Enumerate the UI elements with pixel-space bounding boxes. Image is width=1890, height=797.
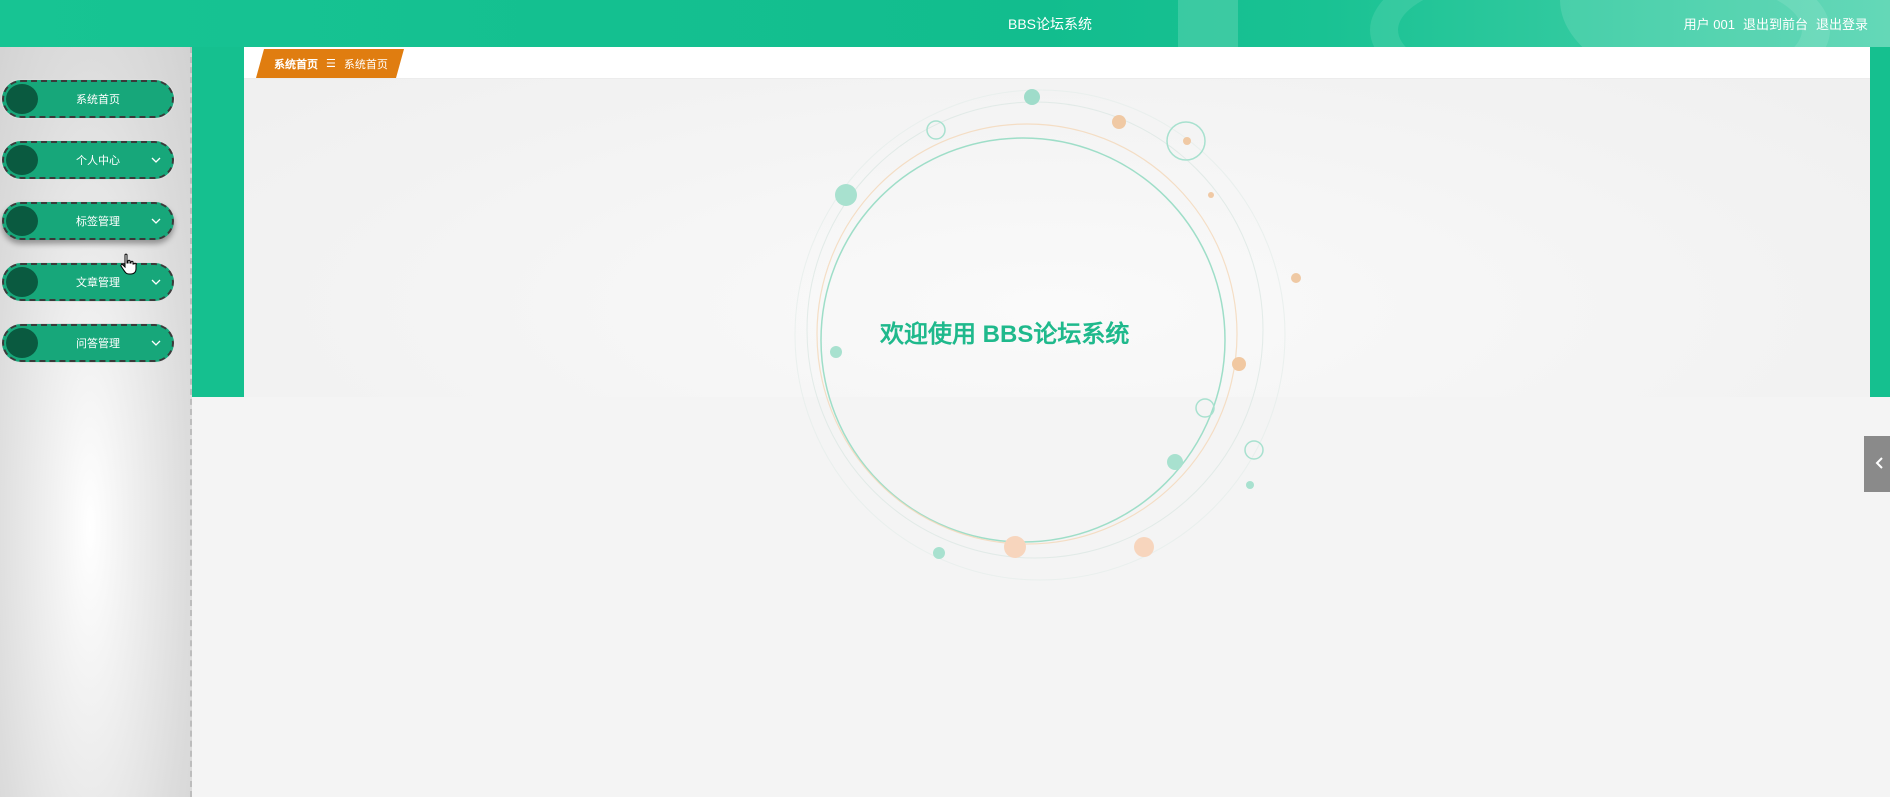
chevron-left-icon	[1875, 457, 1883, 469]
dot	[835, 184, 857, 206]
dot	[830, 346, 842, 358]
dot	[926, 120, 946, 140]
dot	[1024, 89, 1040, 105]
dot	[1246, 481, 1254, 489]
dot	[1208, 192, 1214, 198]
dot	[1167, 454, 1183, 470]
dot	[933, 547, 945, 559]
dot	[1004, 536, 1026, 558]
side-collapse-tab[interactable]	[1864, 436, 1890, 492]
dot	[1232, 357, 1246, 371]
dot	[1183, 137, 1191, 145]
dot	[1112, 115, 1126, 129]
dot	[1134, 537, 1154, 557]
welcome-message: 欢迎使用 BBS论坛系统	[880, 321, 1130, 348]
dot	[1195, 398, 1215, 418]
dot	[1244, 440, 1264, 460]
dot	[1291, 273, 1301, 283]
welcome-decoration	[794, 89, 1301, 581]
